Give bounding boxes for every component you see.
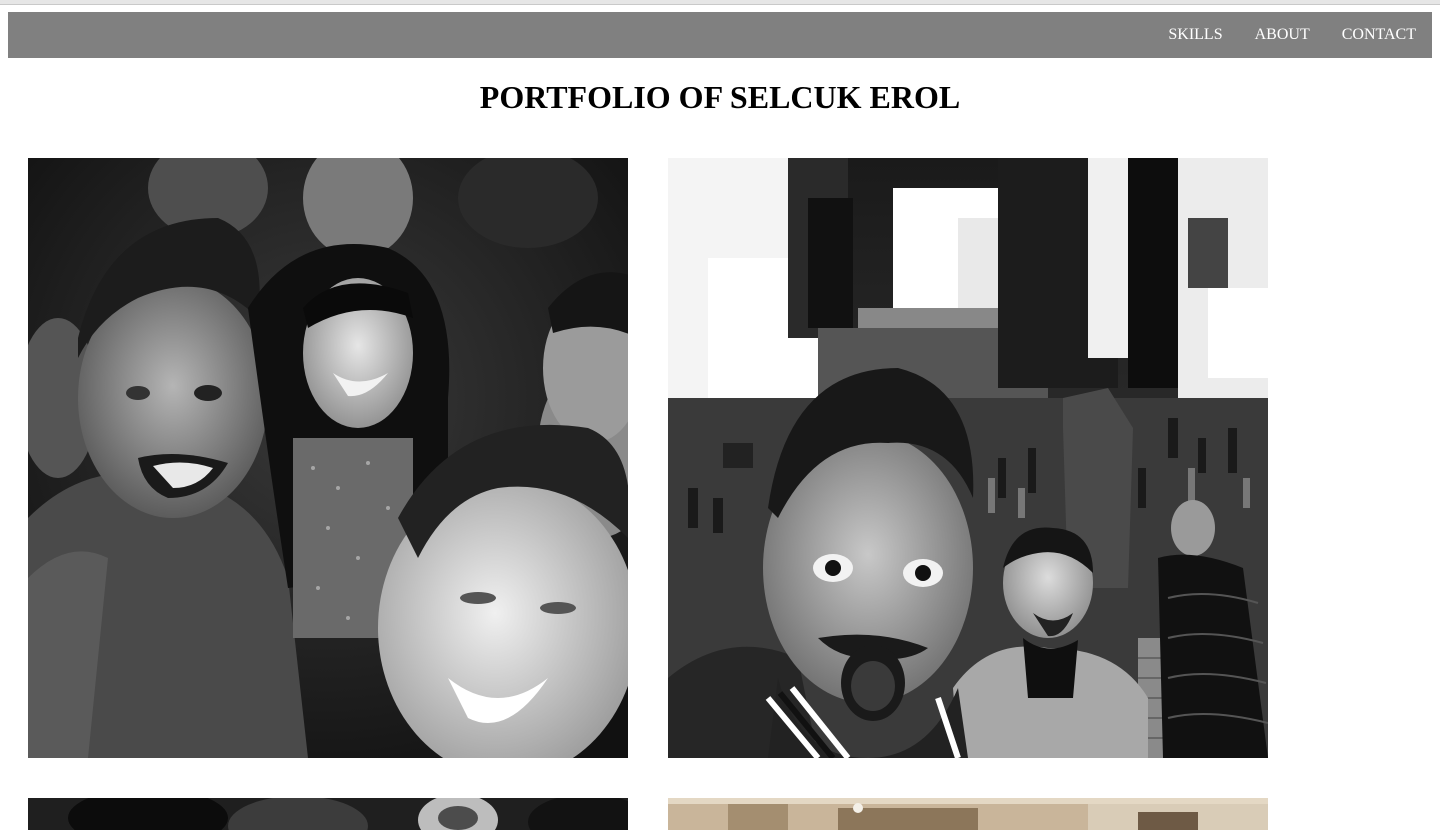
interior-partial-image bbox=[668, 798, 1268, 830]
crowd-partial-image bbox=[28, 798, 628, 830]
nav-link-about[interactable]: ABOUT bbox=[1255, 26, 1310, 44]
times-square-selfie-image bbox=[668, 158, 1268, 758]
gallery-photo-4[interactable] bbox=[668, 798, 1268, 830]
browser-top-edge bbox=[0, 0, 1440, 5]
nav-link-contact[interactable]: CONTACT bbox=[1342, 26, 1416, 44]
top-navbar: SKILLS ABOUT CONTACT bbox=[8, 12, 1432, 58]
page-title: PORTFOLIO OF SELCUK EROL bbox=[479, 79, 961, 115]
gallery-photo-1[interactable] bbox=[28, 158, 628, 758]
party-selfie-image bbox=[28, 158, 628, 758]
nav-link-skills[interactable]: SKILLS bbox=[1168, 26, 1222, 44]
gallery-photo-3[interactable] bbox=[28, 798, 628, 830]
gallery-photo-2[interactable] bbox=[668, 158, 1268, 758]
